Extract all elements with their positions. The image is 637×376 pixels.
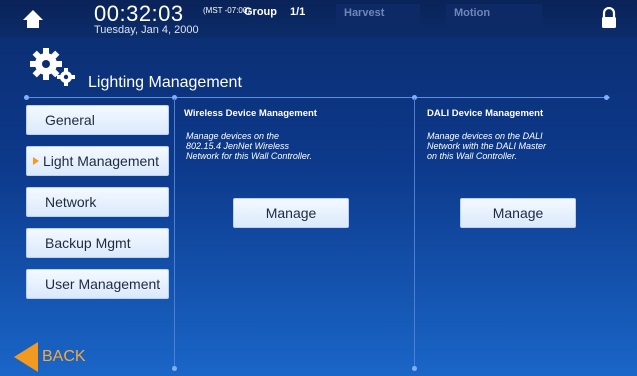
home-icon [23,10,43,28]
panel-divider [414,98,415,368]
lock-icon [602,6,616,28]
status-bar: 00:32:03 (MST -07:00) Tuesday, Jan 4, 20… [0,0,637,38]
home-button[interactable] [22,8,44,30]
frame-dot [24,95,29,100]
group-value: 1/1 [290,6,306,18]
nav-label: General [45,112,95,128]
active-arrow-icon [33,157,39,165]
nav-network[interactable]: Network [26,187,169,217]
harvest-indicator: Harvest [336,4,420,26]
dali-panel-desc: Manage devices on the DALI Network with … [427,131,546,161]
wireless-panel-title: Wireless Device Management [184,108,317,119]
desc-line: on this Wall Controller. [427,151,518,161]
nav-label: User Management [45,276,161,292]
page-title: Lighting Management [88,74,242,91]
screen: 00:32:03 (MST -07:00) Tuesday, Jan 4, 20… [0,0,637,376]
desc-line: Manage devices on the DALI [427,131,543,141]
dali-panel-title: DALI Device Management [427,108,544,119]
timezone: (MST -07:00) [203,6,250,15]
frame-divider [26,97,610,98]
dali-manage-button[interactable]: Manage [460,198,576,228]
nav-backup-mgmt[interactable]: Backup Mgmt [26,228,169,258]
nav-label: Light Management [43,153,159,169]
nav-label: Backup Mgmt [45,235,131,251]
desc-line: 802.15.4 JenNet Wireless [186,141,289,151]
desc-line: Manage devices on the [186,131,280,141]
frame-dot [412,366,417,371]
back-label: BACK [42,348,86,365]
nav-label: Network [45,194,97,210]
wireless-panel-desc: Manage devices on the 802.15.4 JenNet Wi… [186,131,312,161]
lock-button[interactable] [600,6,618,29]
clock-date: Tuesday, Jan 4, 2000 [94,24,199,36]
group-label: Group [244,6,277,18]
nav-light-management[interactable]: Light Management [26,146,169,176]
frame-dot [172,366,177,371]
back-arrow-icon [14,342,38,372]
desc-line: Network for this Wall Controller. [186,151,313,161]
desc-line: Network with the DALI Master [427,141,547,151]
gears-icon [28,46,76,88]
back-button[interactable]: BACK [14,342,94,372]
wireless-manage-button[interactable]: Manage [233,198,349,228]
panel-divider [174,98,175,368]
nav-user-management[interactable]: User Management [26,269,169,299]
frame-dot [604,95,609,100]
clock-time: 00:32:03 [94,1,184,26]
nav-general[interactable]: General [26,105,169,135]
motion-indicator: Motion [446,4,542,26]
